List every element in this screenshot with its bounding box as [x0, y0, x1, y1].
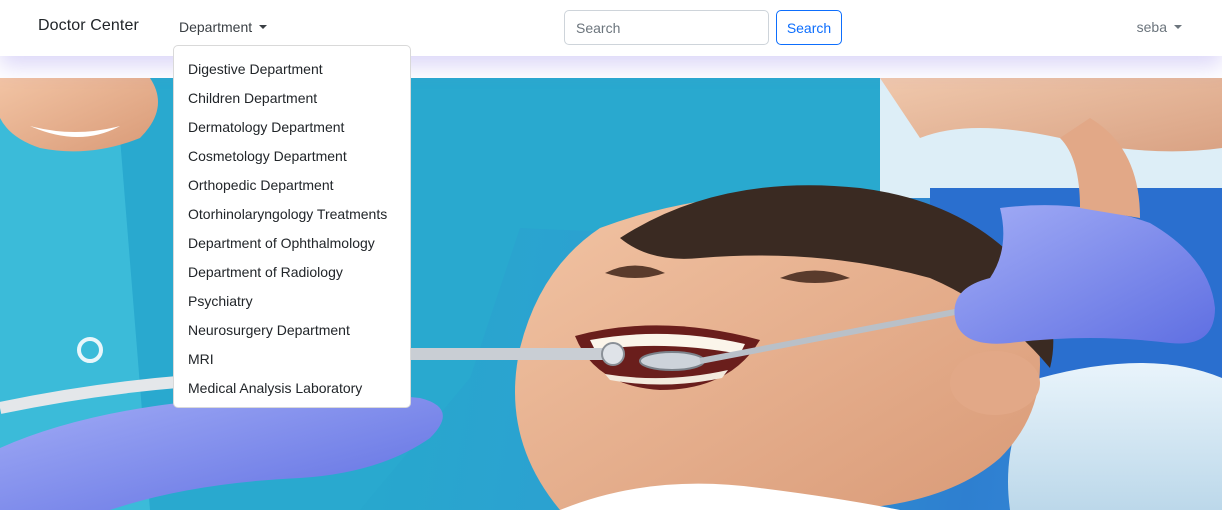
dropdown-item-neurosurgery[interactable]: Neurosurgery Department — [174, 316, 410, 345]
username: seba — [1136, 19, 1167, 35]
dropdown-item-otorhinolaryngology[interactable]: Otorhinolaryngology Treatments — [174, 200, 410, 229]
dropdown-item-psychiatry[interactable]: Psychiatry — [174, 287, 410, 316]
dropdown-item-cosmetology[interactable]: Cosmetology Department — [174, 142, 410, 171]
dropdown-item-ophthalmology[interactable]: Department of Ophthalmology — [174, 229, 410, 258]
department-dropdown-menu: Digestive Department Children Department… — [173, 45, 411, 408]
dropdown-item-radiology[interactable]: Department of Radiology — [174, 258, 410, 287]
dropdown-item-orthopedic[interactable]: Orthopedic Department — [174, 171, 410, 200]
dropdown-item-mri[interactable]: MRI — [174, 345, 410, 374]
brand-logo[interactable]: Doctor Center — [38, 17, 139, 35]
caret-down-icon — [1174, 25, 1182, 29]
department-dropdown-toggle[interactable]: Department — [179, 19, 268, 35]
dropdown-item-digestive[interactable]: Digestive Department — [174, 55, 410, 84]
search-button[interactable]: Search — [776, 10, 842, 45]
dropdown-item-dermatology[interactable]: Dermatology Department — [174, 113, 410, 142]
user-menu-toggle[interactable]: seba — [1137, 19, 1182, 35]
caret-down-icon — [259, 25, 268, 29]
search-input[interactable] — [564, 10, 769, 45]
department-label: Department — [179, 19, 253, 35]
dropdown-item-children[interactable]: Children Department — [174, 84, 410, 113]
dropdown-item-medical-analysis-laboratory[interactable]: Medical Analysis Laboratory — [174, 374, 410, 403]
